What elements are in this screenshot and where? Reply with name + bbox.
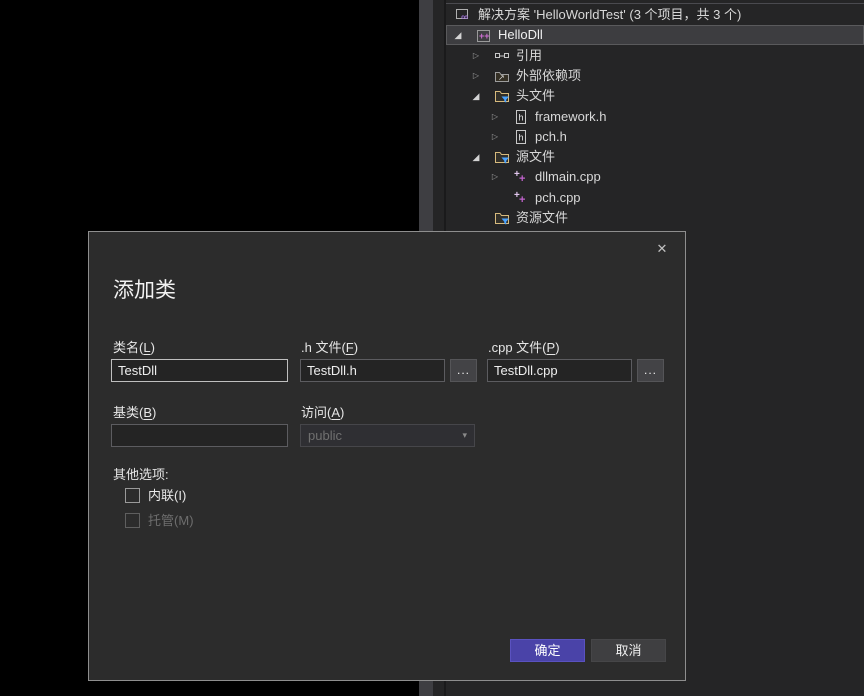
tree-item[interactable]: ∞ 解决方案 'HelloWorldTest' (3 个项目，共 3 个): [446, 5, 864, 25]
class-name-label: 类名(L): [113, 337, 155, 356]
label-text: 内联(: [148, 488, 178, 503]
label-text: ): [152, 405, 156, 420]
access-key: P: [547, 340, 556, 355]
base-class-label: 基类(B): [113, 402, 156, 421]
cpp-file-label: .cpp 文件(P): [488, 337, 560, 356]
label-text: ): [151, 340, 155, 355]
chevron-down-icon: ▾: [462, 425, 467, 446]
managed-checkbox: [125, 513, 140, 528]
folder-filter-icon: [494, 210, 510, 226]
svg-text:++: ++: [479, 31, 490, 41]
access-key: M: [178, 513, 189, 528]
tree-item-label: 解决方案 'HelloWorldTest' (3 个项目，共 3 个): [478, 5, 741, 25]
tree-item[interactable]: ◢ 头文件: [446, 86, 864, 106]
collapse-arrow-icon[interactable]: ◢: [469, 86, 483, 106]
tree-item[interactable]: ▷ 引用: [446, 46, 864, 66]
cpp-file-input[interactable]: [487, 359, 632, 382]
tree-item-label: 资源文件: [516, 208, 568, 228]
label-text: ): [189, 513, 193, 528]
other-options-heading: 其他选项:: [113, 464, 169, 483]
access-key: F: [346, 340, 354, 355]
solution-icon: ∞: [455, 7, 471, 23]
svg-text:+: +: [519, 194, 525, 206]
h-file-label: .h 文件(F): [301, 337, 358, 356]
svg-text:↗: ↗: [498, 73, 505, 82]
access-label: 访问(A): [301, 402, 344, 421]
label-text: 托管(: [148, 513, 178, 528]
label-text: ): [354, 340, 358, 355]
label-text: .cpp 文件(: [488, 340, 547, 355]
label-text: ): [340, 405, 344, 420]
tree-item-label: 外部依赖项: [516, 66, 581, 86]
managed-checkbox-label: 托管(M): [148, 513, 194, 529]
access-select: public ▾: [300, 424, 475, 447]
cpp-file-icon: ++: [513, 169, 529, 185]
collapse-arrow-icon[interactable]: ◢: [451, 26, 465, 44]
tree-item-label: 源文件: [516, 147, 555, 167]
tree-item[interactable]: ▷ ↗ 外部依赖项: [446, 66, 864, 86]
h-file-browse-button[interactable]: ...: [450, 359, 477, 382]
tree-item[interactable]: ▷ h pch.h: [446, 127, 864, 147]
label-text: 访问(: [301, 405, 331, 420]
h-file-icon: h: [513, 129, 529, 145]
folder-filter-icon: [494, 149, 510, 165]
close-icon[interactable]: ✕: [653, 240, 671, 258]
tree-item-label: pch.h: [535, 127, 567, 147]
collapse-arrow-icon[interactable]: ◢: [469, 147, 483, 167]
expand-arrow-icon[interactable]: ▷: [469, 66, 483, 86]
tree-item-label: 头文件: [516, 86, 555, 106]
solution-tree: ∞解决方案 'HelloWorldTest' (3 个项目，共 3 个)◢++H…: [446, 0, 864, 232]
expand-arrow-icon[interactable]: ▷: [488, 167, 502, 187]
tree-item[interactable]: ◢ 源文件: [446, 147, 864, 167]
tree-item-label: pch.cpp: [535, 188, 581, 208]
cpp-file-icon: ++: [513, 190, 529, 206]
svg-text:h: h: [519, 133, 524, 143]
inline-checkbox[interactable]: [125, 488, 140, 503]
expand-arrow-icon[interactable]: ▷: [469, 46, 483, 66]
svg-text:h: h: [519, 113, 524, 123]
h-file-input[interactable]: [300, 359, 445, 382]
access-key: B: [143, 405, 152, 420]
tree-item-label: 引用: [516, 46, 542, 66]
add-class-dialog: ✕ 添加类 类名(L) .h 文件(F) .cpp 文件(P) ... ... …: [88, 231, 686, 681]
cpp-file-browse-button[interactable]: ...: [637, 359, 664, 382]
tree-item[interactable]: ++ pch.cpp: [446, 188, 864, 208]
base-class-input[interactable]: [111, 424, 288, 447]
label-text: 基类(: [113, 405, 143, 420]
svg-text:+: +: [519, 173, 525, 185]
ok-button[interactable]: 确定: [510, 639, 585, 662]
svg-text:∞: ∞: [461, 12, 468, 23]
tree-item-label: dllmain.cpp: [535, 167, 601, 187]
tree-item[interactable]: ▷ h framework.h: [446, 107, 864, 127]
label-text: ): [555, 340, 559, 355]
label-text: ): [182, 488, 186, 503]
dialog-title: 添加类: [113, 274, 176, 304]
cancel-button[interactable]: 取消: [591, 639, 666, 662]
expand-arrow-icon[interactable]: ▷: [488, 107, 502, 127]
expand-arrow-icon[interactable]: ▷: [488, 127, 502, 147]
tree-item[interactable]: ◢ ++ HelloDll: [446, 25, 864, 45]
app-window: ∞解决方案 'HelloWorldTest' (3 个项目，共 3 个)◢++H…: [0, 0, 864, 696]
tree-item[interactable]: 资源文件: [446, 208, 864, 228]
tree-item[interactable]: ▷ ++ dllmain.cpp: [446, 167, 864, 187]
external-dependencies-icon: ↗: [494, 68, 510, 84]
folder-filter-icon: [494, 88, 510, 104]
access-selected-value: public: [308, 428, 342, 443]
tree-item-label: HelloDll: [498, 26, 543, 44]
references-icon: [494, 48, 510, 64]
label-text: .h 文件(: [301, 340, 346, 355]
tree-item-label: framework.h: [535, 107, 607, 127]
cpp-project-icon: ++: [476, 28, 492, 44]
inline-checkbox-label: 内联(I): [148, 488, 186, 504]
access-key: A: [331, 405, 340, 420]
h-file-icon: h: [513, 109, 529, 125]
access-key: L: [143, 340, 150, 355]
class-name-input[interactable]: [111, 359, 288, 382]
label-text: 类名(: [113, 340, 143, 355]
